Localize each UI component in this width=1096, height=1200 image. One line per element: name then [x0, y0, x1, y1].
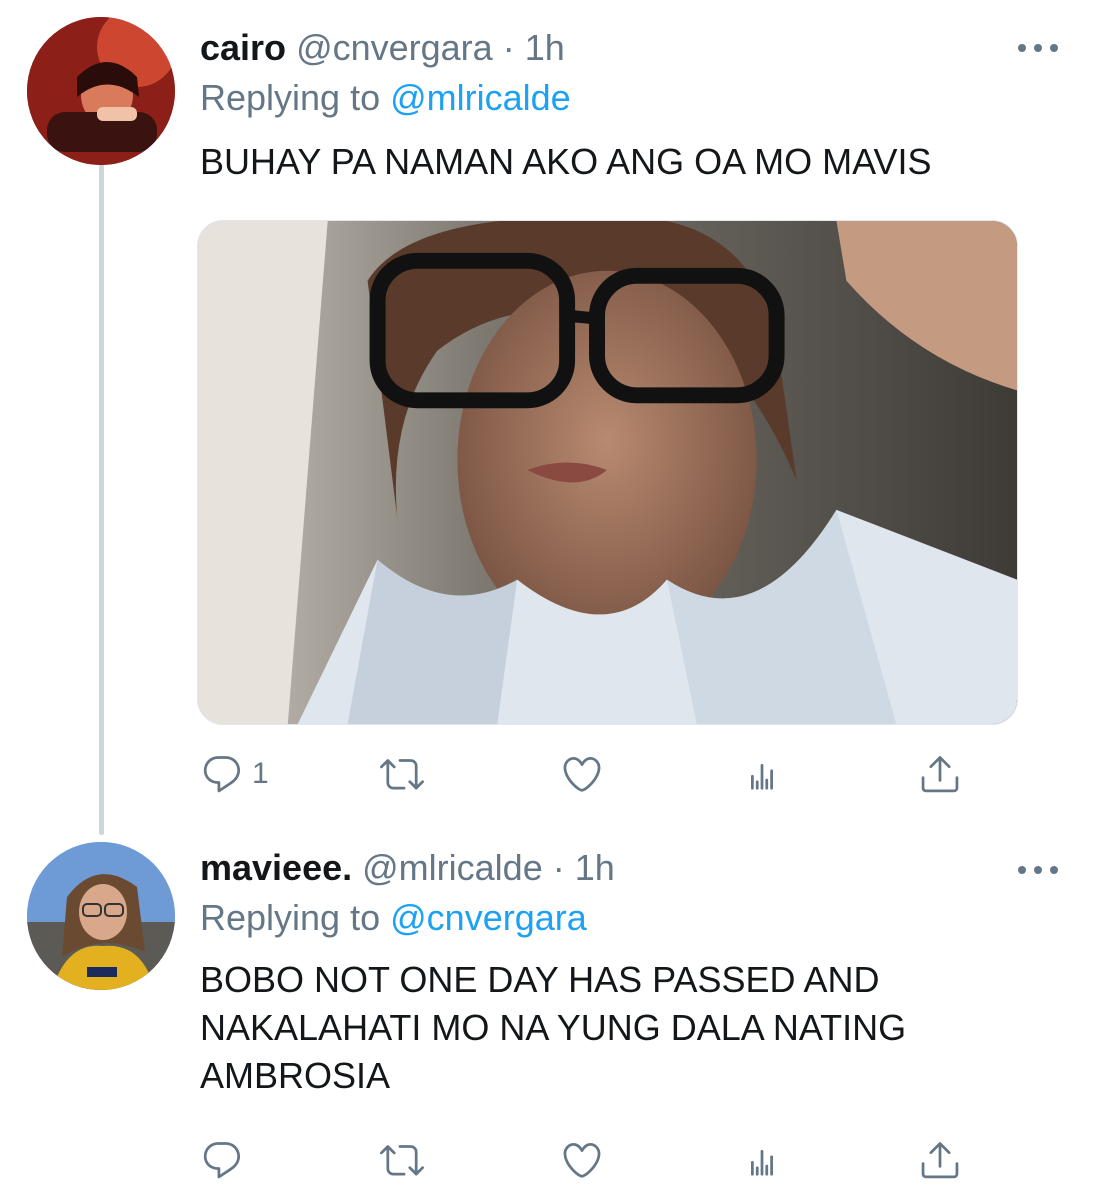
timestamp[interactable]: 1h — [525, 27, 565, 68]
tweet-actions: 1 — [0, 744, 1096, 804]
retweet-button[interactable] — [380, 744, 424, 804]
tweet-header: cairo @cnvergara · 1h — [200, 26, 565, 70]
reply-button[interactable]: 1 — [200, 744, 269, 804]
reply-icon — [203, 1142, 241, 1179]
replying-to-link[interactable]: @cnvergara — [390, 897, 587, 938]
replying-to-label: Replying to — [200, 897, 381, 938]
reply-icon — [203, 756, 241, 793]
handle[interactable]: @cnvergara — [296, 27, 493, 68]
analytics-button[interactable] — [740, 744, 784, 804]
retweet-button[interactable] — [380, 1130, 424, 1190]
more-icon[interactable] — [1018, 860, 1058, 880]
share-icon — [921, 756, 959, 793]
display-name[interactable]: mavieee. — [200, 847, 352, 888]
display-name[interactable]: cairo — [200, 27, 286, 68]
tweet-header: mavieee. @mlricalde · 1h — [200, 846, 615, 890]
analytics-button[interactable] — [740, 1130, 784, 1190]
separator-dot: · — [502, 27, 515, 68]
analytics-icon — [751, 1149, 773, 1176]
replying-to-line: Replying to @mlricalde — [200, 76, 571, 120]
tweet-text: BUHAY PA NAMAN AKO ANG OA MO MAVIS — [200, 141, 932, 182]
tweet[interactable]: mavieee. @mlricalde · 1h Replying to @cn… — [0, 830, 1096, 1200]
handle[interactable]: @mlricalde — [362, 847, 543, 888]
analytics-icon — [751, 763, 773, 790]
reply-count: 1 — [252, 757, 269, 790]
replying-to-line: Replying to @cnvergara — [200, 896, 587, 940]
tweet-actions — [0, 1130, 1096, 1190]
replying-to-link[interactable]: @mlricalde — [390, 77, 571, 118]
tweet-text: BOBO NOT ONE DAY HAS PASSED AND NAKALAHA… — [200, 959, 907, 1096]
share-button[interactable] — [918, 744, 962, 804]
like-icon — [563, 756, 601, 792]
timestamp[interactable]: 1h — [575, 847, 615, 888]
share-icon — [921, 1142, 959, 1179]
retweet-icon — [380, 759, 424, 790]
avatar[interactable] — [27, 842, 175, 990]
avatar[interactable] — [27, 17, 175, 165]
replying-to-label: Replying to — [200, 77, 381, 118]
tweet-photo[interactable] — [197, 220, 1018, 725]
reply-button[interactable] — [200, 1130, 244, 1190]
separator-dot: · — [552, 847, 565, 888]
more-icon[interactable] — [1018, 38, 1058, 58]
like-button[interactable] — [560, 744, 604, 804]
tweet[interactable]: cairo @cnvergara · 1h Replying to @mlric… — [0, 0, 1096, 830]
like-button[interactable] — [560, 1130, 604, 1190]
retweet-icon — [380, 1145, 424, 1176]
share-button[interactable] — [918, 1130, 962, 1190]
like-icon — [563, 1142, 601, 1178]
